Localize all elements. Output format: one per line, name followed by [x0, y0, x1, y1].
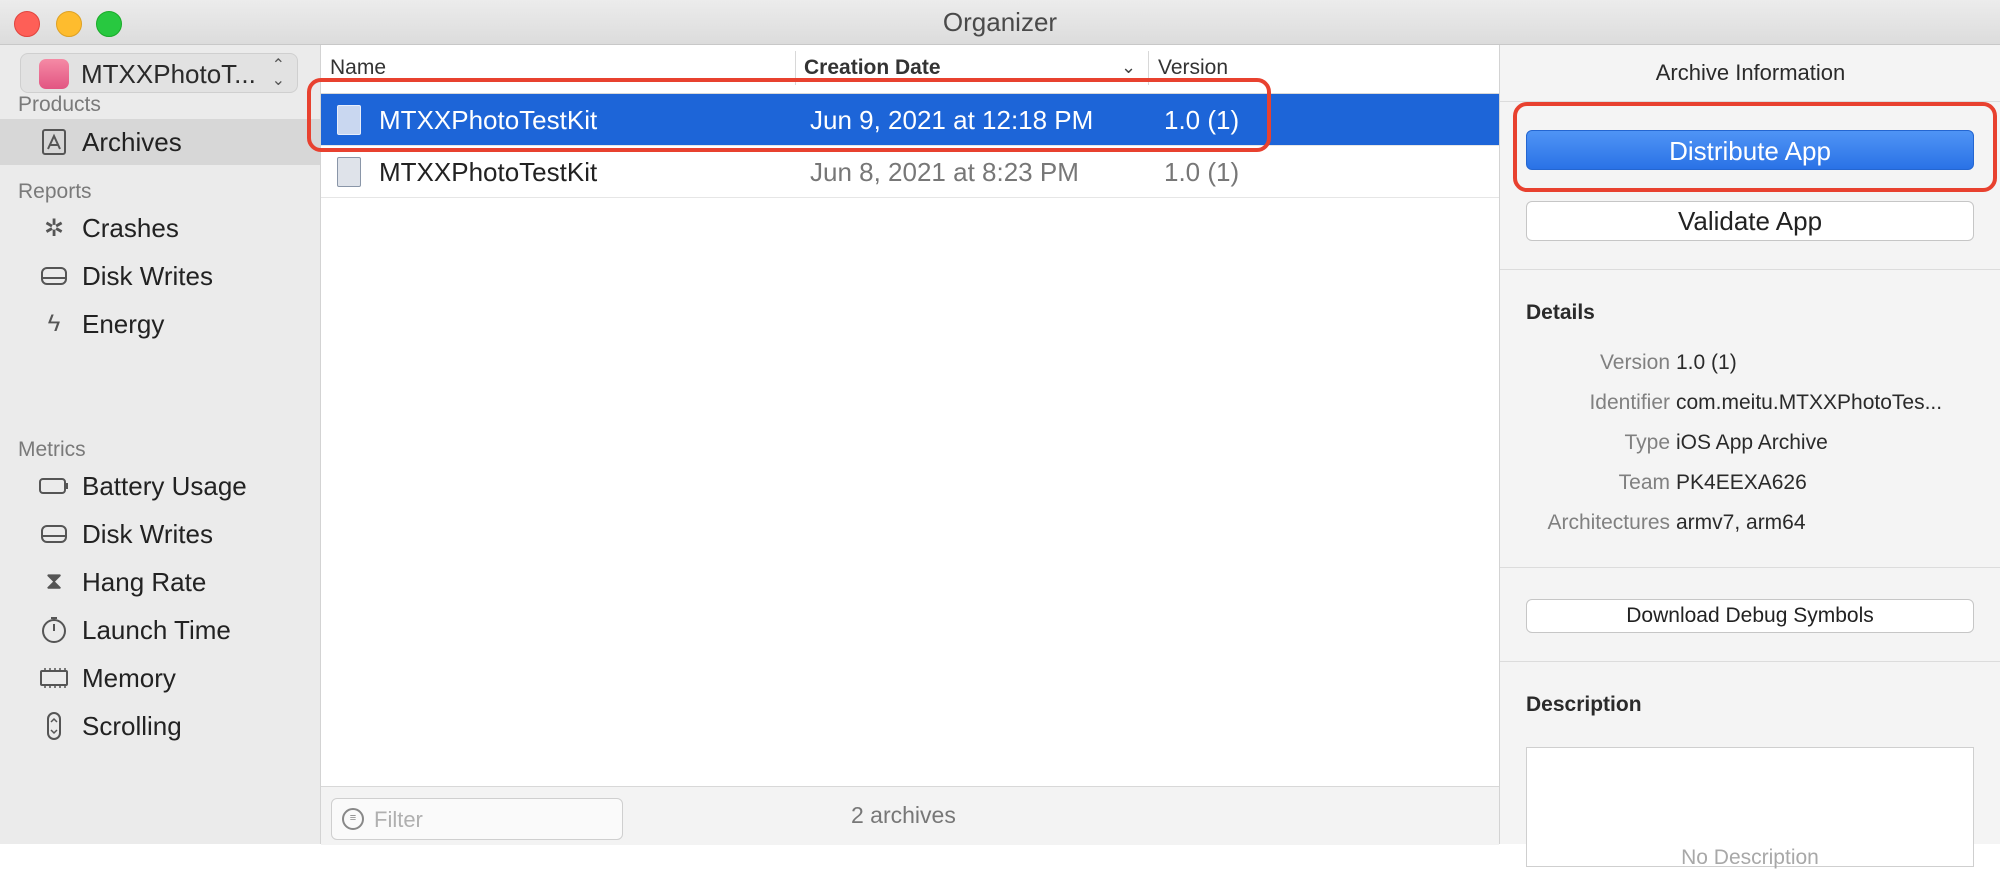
scheme-label: MTXXPhotoT... — [81, 59, 256, 89]
divider — [1500, 661, 2000, 662]
sidebar-item-battery-usage[interactable]: Battery Usage — [0, 463, 320, 509]
sidebar-item-memory[interactable]: Memory — [0, 655, 320, 701]
sidebar-item-scrolling[interactable]: Scrolling — [0, 703, 320, 749]
filter-input[interactable] — [372, 803, 616, 837]
archive-count: 2 archives — [851, 802, 956, 828]
sidebar-item-label: Memory — [82, 663, 176, 693]
sidebar-item-label: Scrolling — [82, 711, 182, 741]
row-version: 1.0 (1) — [1164, 157, 1240, 187]
sidebar-item-label: Battery Usage — [82, 471, 247, 501]
sidebar-item-disk-writes[interactable]: Disk Writes — [0, 253, 320, 299]
sidebar-item-label: Crashes — [82, 213, 179, 243]
filter-icon: ≡ — [342, 808, 364, 830]
sidebar-item-label: Archives — [82, 127, 182, 157]
sidebar-item-energy[interactable]: ϟ Energy — [0, 301, 320, 347]
title-bar: Organizer — [0, 0, 2000, 45]
sidebar-item-label: Energy — [82, 309, 165, 339]
archives-list: Name Creation Date ⌄ Version MTXXPhotoTe… — [321, 45, 1499, 845]
archive-icon — [38, 127, 70, 157]
crash-icon: ✲ — [43, 214, 65, 242]
detail-value: com.meitu.MTXXPhotoTes... — [1676, 391, 1943, 414]
description-placeholder: No Description — [1681, 846, 1819, 869]
inspector-title: Archive Information — [1500, 45, 2000, 102]
sidebar-item-crashes[interactable]: ✲ Crashes — [0, 205, 320, 251]
section-products: Products — [18, 93, 101, 116]
sort-descending-icon[interactable]: ⌄ — [1121, 57, 1136, 78]
detail-value: PK4EEXA626 — [1676, 471, 1807, 494]
battery-icon — [38, 471, 70, 501]
divider — [1500, 269, 2000, 270]
detail-value: armv7, arm64 — [1676, 511, 1806, 534]
description-header: Description — [1526, 693, 1642, 716]
table-row[interactable]: MTXXPhotoTestKit Jun 8, 2021 at 8:23 PM … — [321, 146, 1499, 198]
scrolling-icon — [38, 711, 70, 741]
scheme-selector[interactable]: MTXXPhotoT... ⌃ ⌄ — [20, 53, 298, 93]
detail-key: Type — [1624, 431, 1670, 454]
window-title: Organizer — [942, 7, 1058, 37]
sidebar: MTXXPhotoT... ⌃ ⌄ Products Archives Repor… — [0, 45, 321, 844]
filter-field[interactable]: ≡ — [331, 798, 623, 840]
disk-icon — [38, 519, 70, 549]
sidebar-item-archives[interactable]: Archives — [0, 119, 320, 165]
row-name: MTXXPhotoTestKit — [379, 157, 598, 187]
disk-icon — [38, 261, 70, 291]
memory-icon — [38, 663, 70, 693]
detail-value: 1.0 (1) — [1676, 351, 1737, 374]
highlight-distribute-button — [1513, 102, 1997, 192]
download-debug-symbols-button[interactable]: Download Debug Symbols — [1526, 599, 1974, 633]
highlight-selected-archive — [307, 78, 1271, 152]
energy-icon: ϟ — [47, 310, 61, 337]
archive-file-icon — [337, 157, 361, 187]
detail-key: Architectures — [1547, 511, 1670, 534]
sidebar-item-label: Disk Writes — [82, 261, 213, 291]
section-metrics: Metrics — [18, 438, 86, 461]
row-creation-date: Jun 8, 2021 at 8:23 PM — [810, 157, 1079, 187]
detail-key: Team — [1618, 471, 1670, 494]
details-header: Details — [1526, 301, 1595, 324]
sidebar-item-launch-time[interactable]: Launch Time — [0, 607, 320, 653]
sidebar-item-label: Hang Rate — [82, 567, 207, 597]
app-icon — [39, 59, 69, 89]
divider — [1500, 567, 2000, 568]
detail-key: Identifier — [1589, 391, 1670, 414]
section-reports: Reports — [18, 180, 92, 203]
sidebar-item-disk-writes-metric[interactable]: Disk Writes — [0, 511, 320, 557]
stopwatch-icon — [38, 615, 70, 645]
description-field[interactable]: No Description — [1526, 747, 1974, 869]
sidebar-item-label: Disk Writes — [82, 519, 213, 549]
detail-key: Version — [1599, 351, 1670, 374]
sidebar-item-label: Launch Time — [82, 615, 231, 645]
validate-app-button[interactable]: Validate App — [1526, 201, 1974, 241]
chevron-up-down-icon: ⌃ ⌄ — [271, 57, 285, 89]
sidebar-item-hang-rate[interactable]: ⧗ Hang Rate — [0, 559, 320, 605]
hourglass-icon: ⧗ — [45, 568, 63, 595]
detail-value: iOS App Archive — [1676, 431, 1828, 454]
list-footer: ≡ 2 archives — [321, 786, 1499, 845]
